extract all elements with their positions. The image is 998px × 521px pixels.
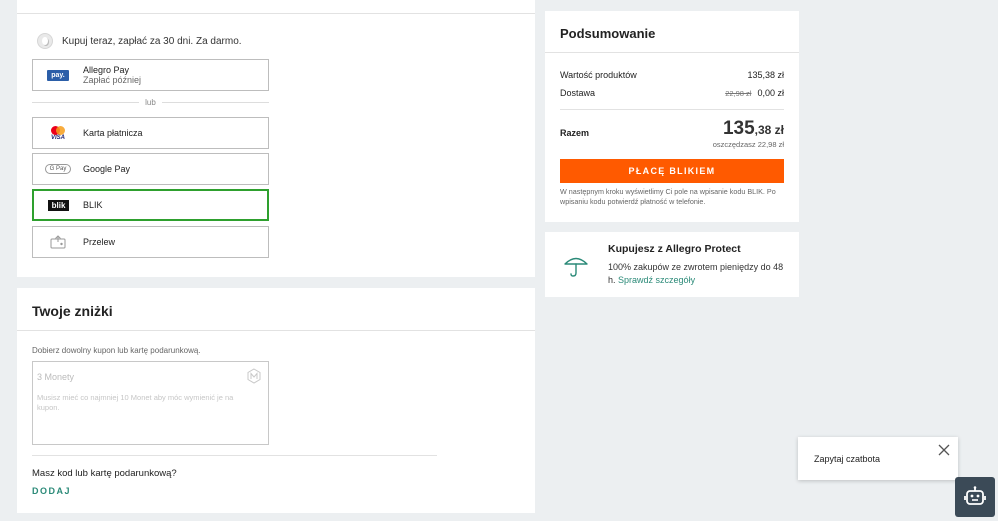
discounts-panel: Twoje zniżki Dobierz dowolny kupon lub k… [17,288,535,513]
or-label: lub [145,97,156,107]
chatbot-prompt[interactable]: Zapytaj czatbota [798,437,958,480]
coupon-card[interactable]: 3 Monety Musisz mieć co najmniej 10 Mone… [32,361,269,445]
allegro-pay-icon: pay. [47,69,69,81]
payment-option-allegro-pay[interactable]: pay. Allegro Pay Zapłać później [32,59,269,91]
payment-option-transfer[interactable]: Przelew [32,226,269,258]
discounts-description: Dobierz dowolny kupon lub kartę podarunk… [32,346,201,355]
delivery-value: 0,00 zł [757,88,784,98]
total-value-frac: ,38 zł [754,123,784,137]
payment-option-label: Przelew [83,237,116,247]
pay-with-blik-button[interactable]: PŁACĘ BLIKIEM [560,159,784,183]
divider [560,109,784,110]
payment-option-label: Google Pay [83,164,131,174]
delivery-row: Dostawa 22,98 zł 0,00 zł [560,88,784,98]
divider [545,52,799,53]
summary-title: Podsumowanie [560,26,656,41]
bnpl-promo: Kupuj teraz, zapłać za 30 dni. Za darmo. [37,33,242,49]
mastercard-visa-icon: VISA [50,125,65,141]
protect-text: 100% zakupów ze zwrotem pieniędzy do 48 … [608,261,788,287]
bnpl-promo-text: Kupuj teraz, zapłać za 30 dni. Za darmo. [62,35,242,47]
payment-option-sublabel: Zapłać później [83,75,142,85]
total-label: Razem [560,128,590,138]
gift-code-question: Masz kod lub kartę podarunkową? [32,468,177,479]
payment-option-google-pay[interactable]: G Pay Google Pay [32,153,269,185]
allegro-protect-panel: Kupujesz z Allegro Protect 100% zakupów … [545,232,799,297]
divider [32,455,437,456]
savings-text: oszczędzasz 22,98 zł [712,140,784,149]
divider [17,330,535,331]
divider [17,13,535,14]
coupon-title: 3 Monety [37,372,75,382]
robot-icon [964,486,986,505]
or-divider: lub [32,97,269,107]
chatbot-button[interactable] [955,477,995,517]
payment-option-label: Karta płatnicza [83,128,143,138]
protect-details-link[interactable]: Sprawdź szczegóły [618,275,695,285]
total-value: 135,38 zł [723,118,784,140]
coins-icon [247,368,261,384]
blik-note: W następnym kroku wyświetlimy Ci pole na… [560,187,776,206]
moon-icon [37,33,53,49]
delivery-old-price: 22,98 zł [725,89,752,98]
payment-methods-panel: Kupuj teraz, zapłać za 30 dni. Za darmo.… [17,0,535,277]
coupon-description: Musisz mieć co najmniej 10 Monet aby móc… [37,393,234,412]
payment-option-card[interactable]: VISA Karta płatnicza [32,117,269,149]
payment-option-blik[interactable]: blik BLIK [32,189,269,221]
add-code-button[interactable]: DODAJ [32,486,71,496]
payment-option-label: Allegro Pay [83,65,130,75]
visa-logo-text: VISA [50,134,65,141]
blik-icon: blik [47,199,70,211]
close-icon[interactable] [938,444,950,456]
protect-title: Kupujesz z Allegro Protect [608,243,741,255]
bank-transfer-icon [50,235,66,249]
chatbot-prompt-label: Zapytaj czatbota [814,454,881,464]
products-value: 135,38 zł [747,70,784,80]
total-value-int: 135 [722,118,755,139]
order-summary-panel: Podsumowanie Wartość produktów 135,38 zł… [545,11,799,222]
umbrella-icon [564,257,588,277]
google-pay-icon: G Pay [44,164,72,174]
discounts-title: Twoje zniżki [32,303,113,319]
products-label: Wartość produktów [560,70,637,80]
delivery-label: Dostawa [560,88,596,98]
products-row: Wartość produktów 135,38 zł [560,70,784,80]
payment-option-label: BLIK [83,200,103,210]
